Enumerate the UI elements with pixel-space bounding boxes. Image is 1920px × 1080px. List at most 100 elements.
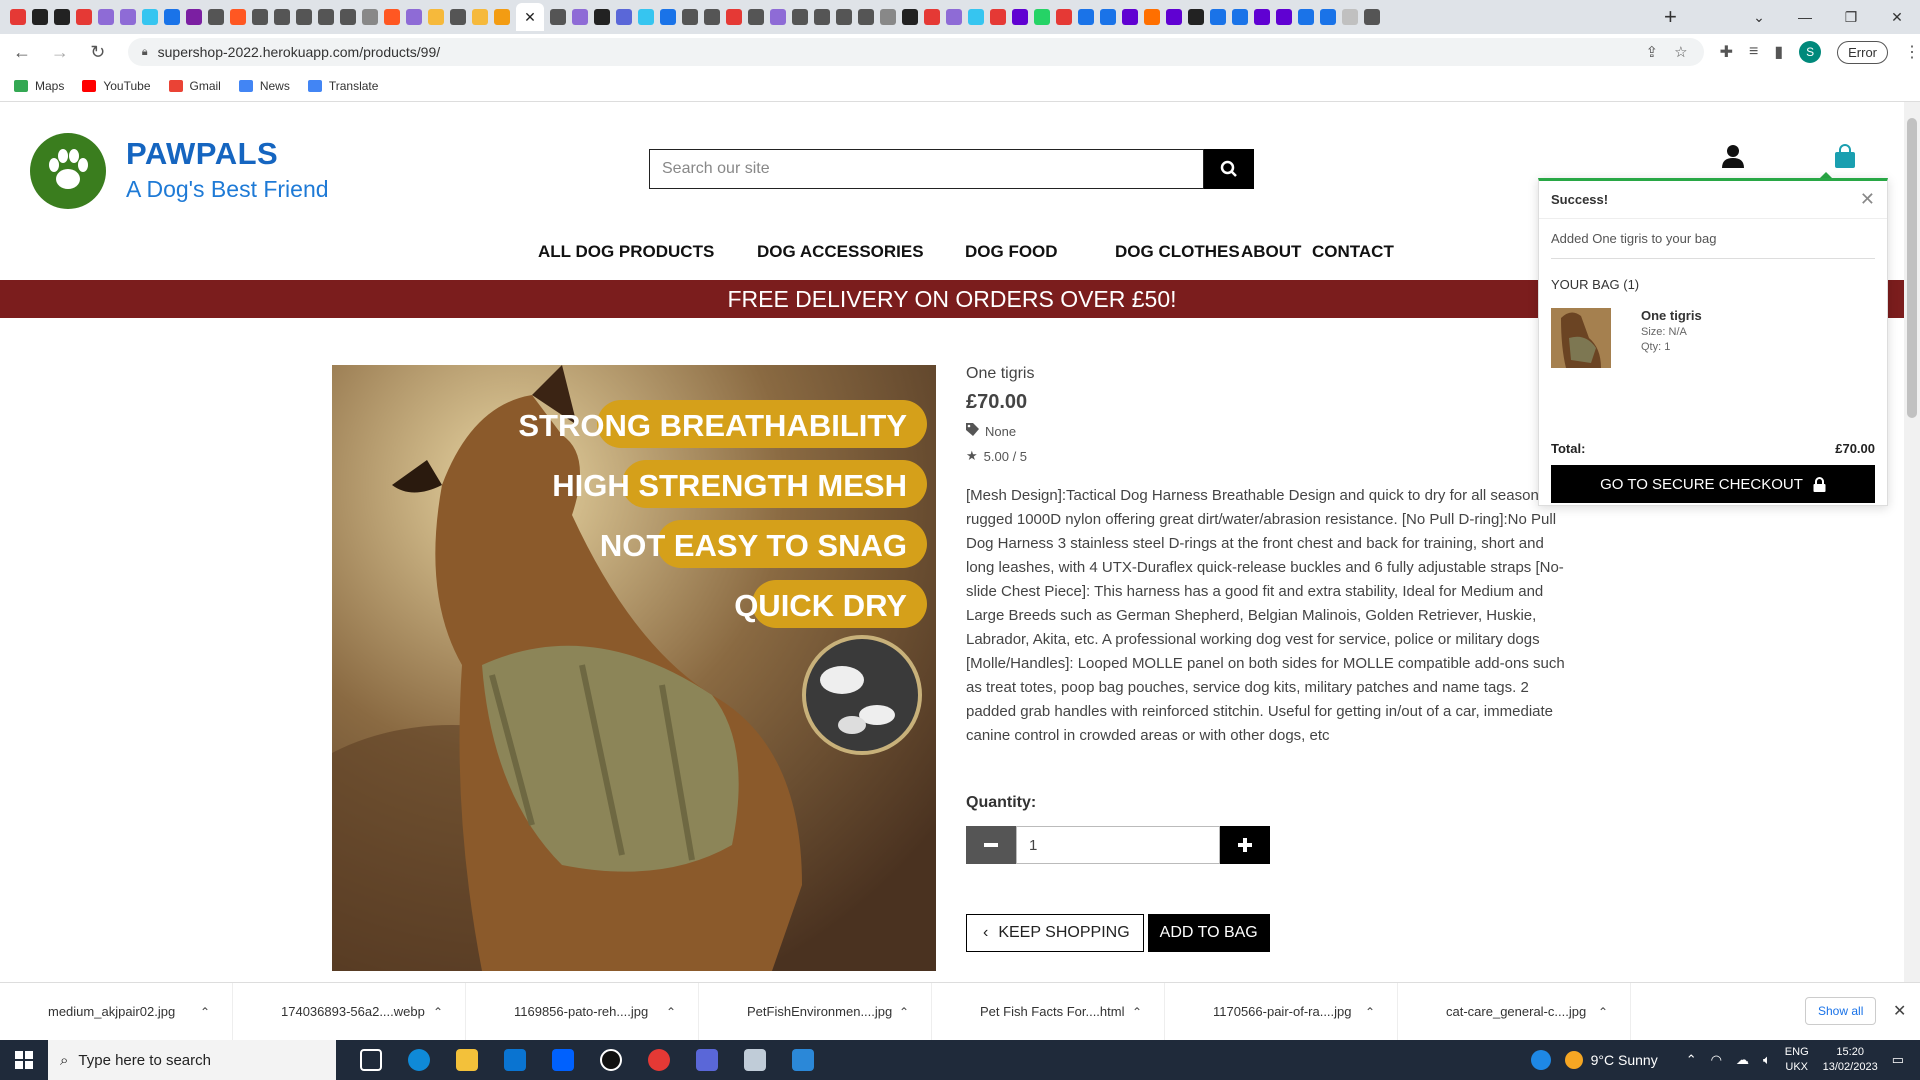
side-panel-icon[interactable]: ▮ — [1774, 42, 1783, 62]
tab-favicon[interactable] — [836, 9, 852, 25]
media-icon[interactable]: ≡ — [1749, 43, 1758, 61]
edge-icon[interactable] — [408, 1049, 430, 1071]
tab-favicon[interactable] — [208, 9, 224, 25]
bookmark-youtube[interactable]: YouTube — [82, 79, 151, 93]
download-menu-caret-icon[interactable]: ⌃ — [1598, 1005, 1608, 1019]
tab-favicon[interactable] — [142, 9, 158, 25]
tab-favicon[interactable] — [660, 9, 676, 25]
shopping-bag-icon[interactable] — [1834, 144, 1856, 173]
help-icon[interactable] — [1530, 1050, 1551, 1070]
download-item[interactable]: cat-care_general-c....jpg ⌃ — [1398, 982, 1631, 1041]
bookmark-translate[interactable]: Translate — [307, 79, 378, 93]
account-icon[interactable] — [1722, 144, 1744, 173]
chrome-icon[interactable] — [648, 1049, 670, 1071]
tab-favicon[interactable] — [76, 9, 92, 25]
tab-search-icon[interactable]: ⌄ — [1736, 0, 1782, 34]
tab-favicon[interactable] — [98, 9, 114, 25]
tab-favicon[interactable] — [1034, 9, 1050, 25]
tab-favicon[interactable] — [1100, 9, 1116, 25]
taskbar-search[interactable]: ⌕ Type here to search — [48, 1040, 336, 1080]
tab-favicon[interactable] — [880, 9, 896, 25]
nav-dog-accessories[interactable]: DOG ACCESSORIES — [757, 242, 924, 262]
menu-icon[interactable]: ⋮ — [1904, 42, 1920, 62]
file-explorer-icon[interactable] — [456, 1049, 478, 1071]
tab-favicon[interactable] — [682, 9, 698, 25]
tab-favicon[interactable] — [594, 9, 610, 25]
extensions-icon[interactable]: ✚ — [1720, 42, 1733, 62]
download-item[interactable]: 1169856-pato-reh....jpg ⌃ — [466, 982, 699, 1041]
tab-favicon[interactable] — [616, 9, 632, 25]
download-item[interactable]: medium_akjpair02.jpg ⌃ — [0, 982, 233, 1041]
tab-favicon[interactable] — [1364, 9, 1380, 25]
nav-about[interactable]: ABOUT — [1241, 242, 1301, 262]
search-button[interactable] — [1204, 149, 1254, 189]
tab-favicon[interactable] — [1078, 9, 1094, 25]
tab-favicon[interactable] — [638, 9, 654, 25]
tab-favicon[interactable] — [704, 9, 720, 25]
download-menu-caret-icon[interactable]: ⌃ — [433, 1005, 443, 1019]
tab-favicon[interactable] — [902, 9, 918, 25]
tab-favicon[interactable] — [10, 9, 26, 25]
keep-shopping-button[interactable]: ‹ KEEP SHOPPING — [966, 914, 1144, 952]
tab-favicon[interactable] — [946, 9, 962, 25]
tab-favicon[interactable] — [1144, 9, 1160, 25]
nav-dog-clothes[interactable]: DOG CLOTHES — [1115, 242, 1240, 262]
paw-logo-icon[interactable] — [30, 133, 106, 209]
tab-favicon[interactable] — [230, 9, 246, 25]
restore-button[interactable]: ❐ — [1828, 0, 1874, 34]
tab-favicon[interactable] — [1298, 9, 1314, 25]
tab-favicon[interactable] — [186, 9, 202, 25]
tab-favicon[interactable] — [924, 9, 940, 25]
tab-favicon[interactable] — [1056, 9, 1072, 25]
download-item[interactable]: 174036893-56a2....webp ⌃ — [233, 982, 466, 1041]
tab-favicon[interactable] — [748, 9, 764, 25]
tab-favicon[interactable] — [362, 9, 378, 25]
network-icon[interactable]: ◠ — [1711, 1052, 1722, 1068]
error-button[interactable]: Error — [1837, 40, 1889, 64]
download-menu-caret-icon[interactable]: ⌃ — [1365, 1005, 1375, 1019]
download-item[interactable]: 1170566-pair-of-ra....jpg ⌃ — [1165, 982, 1398, 1041]
tab-favicon[interactable] — [1210, 9, 1226, 25]
tab-favicon[interactable] — [274, 9, 290, 25]
tab-favicon[interactable] — [296, 9, 312, 25]
nav-contact[interactable]: CONTACT — [1312, 242, 1394, 262]
tab-favicon[interactable] — [726, 9, 742, 25]
tab-favicon[interactable] — [1276, 9, 1292, 25]
tab-favicon[interactable] — [770, 9, 786, 25]
page-scrollbar[interactable] — [1904, 102, 1920, 982]
task-view-icon[interactable] — [360, 1049, 382, 1071]
add-to-bag-button[interactable]: ADD TO BAG — [1147, 914, 1270, 952]
close-downloads-icon[interactable]: ✕ — [1893, 1001, 1906, 1021]
photos-icon[interactable] — [792, 1049, 814, 1071]
tab-favicon[interactable] — [406, 9, 422, 25]
tab-favicon[interactable] — [1166, 9, 1182, 25]
tab-favicon[interactable] — [384, 9, 400, 25]
forward-icon[interactable]: → — [44, 42, 76, 63]
app-icon[interactable] — [696, 1049, 718, 1071]
language-indicator[interactable]: ENG UKX — [1785, 1045, 1809, 1075]
nav-all-dog-products[interactable]: ALL DOG PRODUCTS — [538, 242, 714, 262]
dropbox-icon[interactable] — [552, 1049, 574, 1071]
paint-icon[interactable] — [744, 1049, 766, 1071]
tab-favicon[interactable] — [990, 9, 1006, 25]
tab-favicon[interactable] — [1254, 9, 1270, 25]
tab-favicon[interactable] — [1012, 9, 1028, 25]
share-icon[interactable]: ⇪ — [1646, 43, 1659, 61]
brand[interactable]: PAWPALS A Dog's Best Friend — [126, 136, 329, 203]
mail-icon[interactable] — [504, 1049, 526, 1071]
windows-start-icon[interactable] — [0, 1040, 48, 1080]
github-icon[interactable] — [600, 1049, 622, 1071]
active-tab-close-icon[interactable]: ✕ — [516, 3, 544, 31]
nav-dog-food[interactable]: DOG FOOD — [965, 242, 1058, 262]
tab-favicon[interactable] — [32, 9, 48, 25]
tab-favicon[interactable] — [814, 9, 830, 25]
tab-favicon[interactable] — [1188, 9, 1204, 25]
download-item[interactable]: Pet Fish Facts For....html ⌃ — [932, 982, 1165, 1041]
close-window-button[interactable]: ✕ — [1874, 0, 1920, 34]
close-icon[interactable]: ✕ — [1860, 189, 1875, 210]
bookmark-maps[interactable]: Maps — [14, 79, 64, 93]
download-menu-caret-icon[interactable]: ⌃ — [899, 1005, 909, 1019]
address-bar[interactable]: 🔒︎ supershop-2022.herokuapp.com/products… — [127, 38, 1704, 66]
tab-favicon[interactable] — [1122, 9, 1138, 25]
tab-favicon[interactable] — [340, 9, 356, 25]
